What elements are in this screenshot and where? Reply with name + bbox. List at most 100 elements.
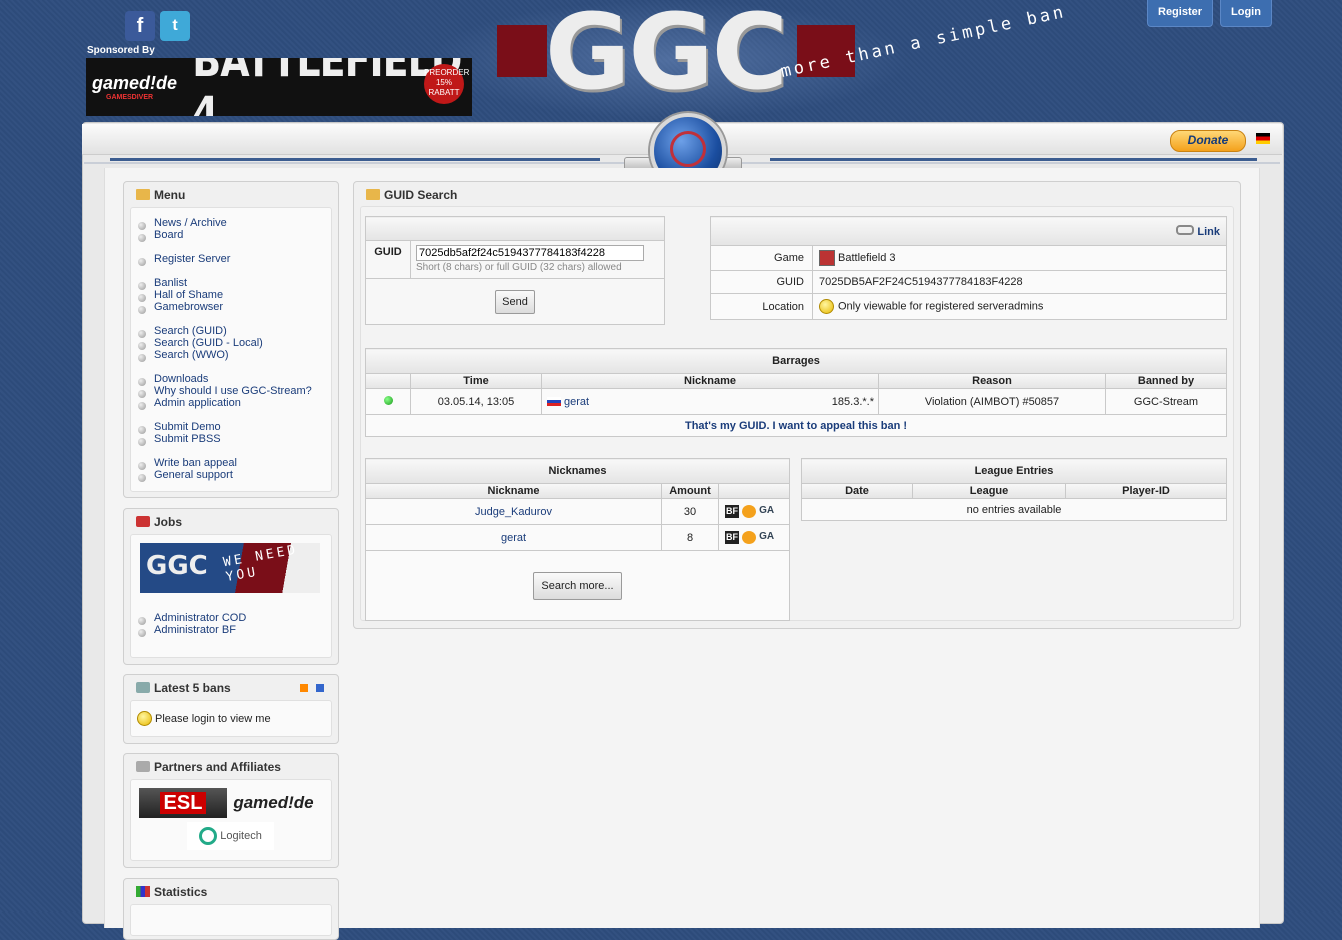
guid-input[interactable] bbox=[416, 245, 644, 261]
login-button[interactable]: Login bbox=[1220, 0, 1272, 27]
sitemap-icon bbox=[136, 761, 150, 772]
sidebar-menu-item[interactable]: Search (GUID) bbox=[154, 325, 227, 337]
twitter-icon[interactable]: t bbox=[160, 11, 190, 41]
esl-logo[interactable]: ESL bbox=[139, 788, 227, 818]
statistics-panel bbox=[130, 904, 332, 936]
ban-ip: 185.3.*.* bbox=[711, 388, 879, 415]
bullet-icon bbox=[138, 390, 146, 398]
donate-button[interactable]: Donate bbox=[1170, 130, 1246, 152]
gamed-logo[interactable]: gamed!de bbox=[229, 788, 318, 818]
send-button[interactable]: Send bbox=[495, 289, 535, 314]
table-row: gerat 8 BF GA bbox=[365, 524, 790, 551]
rss-icon[interactable] bbox=[300, 684, 308, 692]
nickname-link[interactable]: gerat bbox=[501, 532, 526, 544]
nicknames-title: Nicknames bbox=[365, 458, 790, 484]
sidebar-menu-item[interactable]: Register Server bbox=[154, 253, 230, 265]
smiley-icon bbox=[819, 299, 834, 314]
sidebar-menu-item[interactable]: Board bbox=[154, 229, 183, 241]
sidebar-menu-item[interactable]: Search (GUID - Local) bbox=[154, 337, 263, 349]
divider bbox=[770, 158, 1257, 161]
bullet-icon bbox=[138, 474, 146, 482]
barrages-title: Barrages bbox=[365, 348, 1227, 374]
barrages-table: Barrages Time Nickname Reason Banned by … bbox=[365, 348, 1227, 437]
info-label-game: Game bbox=[710, 245, 813, 271]
battlefield-icon bbox=[819, 250, 835, 266]
site-logo[interactable]: GGC bbox=[497, 0, 857, 113]
info-value-game: Battlefield 3 bbox=[838, 251, 896, 264]
permalink[interactable]: Link bbox=[1197, 226, 1220, 238]
search-more-button[interactable]: Search more... bbox=[533, 571, 622, 600]
table-row[interactable]: 03.05.14, 13:05 gerat 185.3.*.* Violatio… bbox=[365, 388, 1227, 415]
login-notice: Please login to view me bbox=[155, 713, 271, 725]
bullet-icon bbox=[138, 462, 146, 470]
guid-search-form: GUID Short (8 chars) or full GUID (32 ch… bbox=[365, 216, 665, 325]
info-value-guid: 7025DB5AF2F24C5194377784183F4228 bbox=[812, 270, 1227, 294]
league-empty: no entries available bbox=[801, 498, 1227, 521]
german-flag-icon[interactable] bbox=[1256, 133, 1270, 144]
logitech-logo[interactable]: Logitech bbox=[187, 822, 274, 850]
sidebar-menu-item[interactable]: Search (WWO) bbox=[154, 349, 229, 361]
megaphone-icon bbox=[136, 516, 150, 527]
col-nick: Nickname bbox=[365, 483, 662, 499]
col-banned-by: Banned by bbox=[1105, 373, 1227, 389]
bullet-icon bbox=[138, 258, 146, 266]
col-date: Date bbox=[801, 483, 913, 499]
statistics-box: Statistics bbox=[123, 878, 339, 940]
bullet-icon bbox=[138, 402, 146, 410]
nickname-amount: 8 bbox=[661, 524, 719, 551]
bullet-icon bbox=[138, 438, 146, 446]
nicknames-table: Nicknames Nickname Amount Judge_Kadurov … bbox=[365, 458, 790, 621]
bf-search-icon[interactable]: BF bbox=[725, 531, 739, 544]
feed-icon[interactable] bbox=[316, 684, 324, 692]
ban-nickname[interactable]: gerat bbox=[564, 396, 589, 408]
sidebar-menu-item[interactable]: Downloads bbox=[154, 373, 208, 385]
sidebar-menu-item[interactable]: Submit Demo bbox=[154, 421, 221, 433]
job-item[interactable]: Administrator COD bbox=[154, 612, 246, 624]
nickname-link[interactable]: Judge_Kadurov bbox=[475, 506, 552, 518]
logitech-label: Logitech bbox=[220, 830, 262, 842]
banner-brand: gamed!de GAMESDIVER bbox=[92, 73, 178, 101]
latest-bans-title: Latest 5 bans bbox=[154, 681, 231, 695]
info-value-location: Only viewable for registered serveradmin… bbox=[838, 300, 1044, 313]
bullet-icon bbox=[138, 294, 146, 302]
banner-badge: PREORDER 15% RABATT bbox=[424, 64, 469, 104]
sponsored-label: Sponsored By bbox=[87, 45, 155, 56]
sidebar-menu-item[interactable]: Admin application bbox=[154, 397, 241, 409]
russia-flag-icon bbox=[547, 397, 561, 407]
job-item[interactable]: Administrator BF bbox=[154, 624, 236, 636]
sponsor-banner[interactable]: gamed!de GAMESDIVER BATTLEFIELD 4 PREORD… bbox=[86, 58, 472, 116]
jobs-banner[interactable]: GGC WE NEED YOU bbox=[140, 543, 320, 593]
sidebar-menu-item[interactable]: Submit PBSS bbox=[154, 433, 221, 445]
sidebar-menu-item[interactable]: Write ban appeal bbox=[154, 457, 237, 469]
table-row: Judge_Kadurov 30 BF GA bbox=[365, 498, 790, 525]
guid-info-table: Link Game Battlefield 3 GUID 7025DB5AF2F… bbox=[710, 216, 1227, 320]
bf-search-icon[interactable]: BF bbox=[725, 505, 739, 518]
jobs-banner-text: WE NEED YOU bbox=[222, 543, 300, 586]
col-nickname: Nickname bbox=[541, 373, 879, 389]
sidebar-menu-item[interactable]: Hall of Shame bbox=[154, 289, 223, 301]
folder-icon bbox=[136, 189, 150, 200]
ga-search-icon[interactable]: GA bbox=[759, 505, 774, 518]
appeal-link[interactable]: That's my GUID. I want to appeal this ba… bbox=[685, 420, 907, 432]
sidebar-menu-item[interactable]: Gamebrowser bbox=[154, 301, 223, 313]
register-button[interactable]: Register bbox=[1147, 0, 1214, 27]
ggc-search-icon[interactable] bbox=[742, 505, 757, 518]
divider bbox=[110, 158, 600, 161]
ggc-search-icon[interactable] bbox=[742, 531, 757, 544]
link-icon bbox=[1176, 224, 1195, 235]
bullet-icon bbox=[138, 342, 146, 350]
col-time: Time bbox=[410, 373, 542, 389]
guid-label: GUID bbox=[365, 240, 411, 279]
ban-reason: Violation (AIMBOT) #50857 bbox=[878, 388, 1106, 415]
league-table: League Entries Date League Player-ID no … bbox=[801, 458, 1227, 521]
col-player-id: Player-ID bbox=[1065, 483, 1227, 499]
sidebar-menu-item[interactable]: Why should I use GGC-Stream? bbox=[154, 385, 312, 397]
ga-search-icon[interactable]: GA bbox=[759, 531, 774, 544]
facebook-icon[interactable]: f bbox=[125, 11, 155, 41]
sidebar-menu-item[interactable]: Banlist bbox=[154, 277, 187, 289]
sidebar-menu-item[interactable]: News / Archive bbox=[154, 217, 227, 229]
bullet-icon bbox=[138, 306, 146, 314]
jobs-title: Jobs bbox=[154, 515, 183, 529]
info-label-location: Location bbox=[710, 293, 813, 320]
sidebar-menu-item[interactable]: General support bbox=[154, 469, 233, 481]
